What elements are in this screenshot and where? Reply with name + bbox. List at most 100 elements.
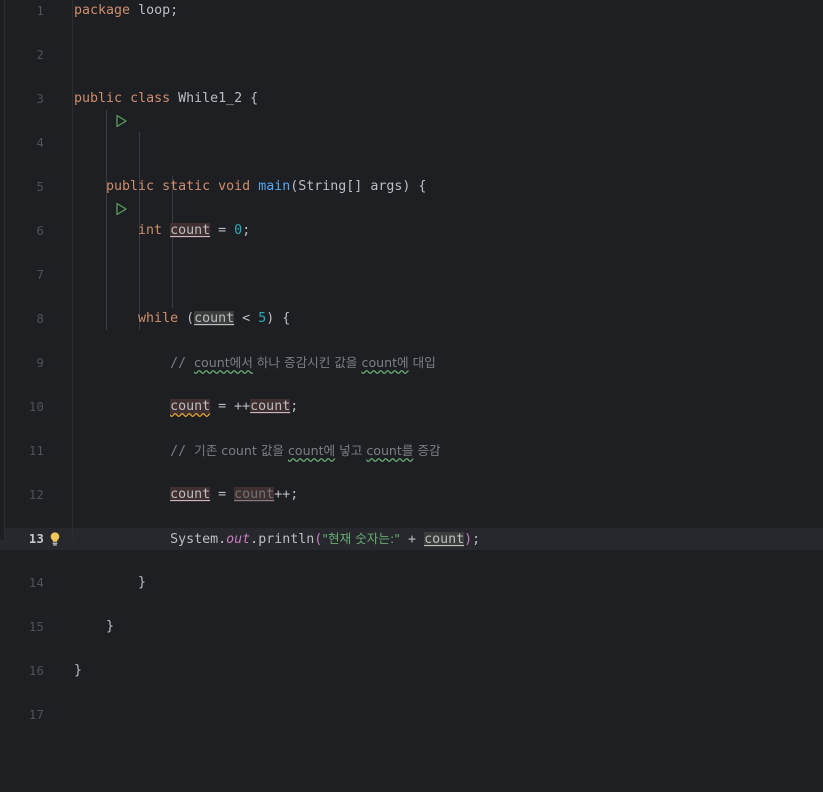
code-line-11[interactable]: 11 // 기존 count 값을 count에 넣고 count를 증감: [0, 440, 823, 462]
token-var-count: count: [170, 223, 211, 238]
token-keyword-static: static: [162, 179, 211, 194]
line-content[interactable]: [74, 44, 823, 66]
line-content[interactable]: // count에서 하나 증감시킨 값을 count에 대입: [74, 352, 823, 374]
token-var-count-read-dimmed: count: [234, 487, 275, 502]
code-line-16[interactable]: 16 }: [0, 660, 823, 682]
code-line-10[interactable]: 10 count = ++count;: [0, 396, 823, 418]
line-number[interactable]: 15: [0, 616, 44, 638]
token-assign: =: [218, 399, 227, 414]
line-content[interactable]: }: [74, 660, 823, 682]
token-method-main: main: [258, 179, 291, 194]
token-brace-open: {: [250, 91, 259, 106]
token-brace-close: }: [106, 619, 115, 634]
line-number[interactable]: 11: [0, 440, 44, 462]
line-content[interactable]: }: [74, 572, 823, 594]
token-comment-typo-count1: count에: [288, 443, 336, 458]
code-rows[interactable]: 1 package loop; 2 3 public class While1_…: [0, 0, 823, 722]
line-content[interactable]: // 기존 count 값을 count에 넣고 count를 증감: [74, 440, 823, 462]
token-operator-postincrement: ++: [274, 487, 291, 502]
token-keyword-package: package: [74, 3, 131, 18]
line-number[interactable]: 14: [0, 572, 44, 594]
line-number[interactable]: 8: [0, 308, 44, 330]
token-keyword-int: int: [138, 223, 163, 238]
line-number-current[interactable]: 13: [0, 528, 44, 550]
token-keyword-public: public: [74, 91, 123, 106]
line-content[interactable]: public static void main(String[] args) {: [74, 176, 823, 198]
run-triangle-icon: [116, 114, 127, 128]
line-content[interactable]: count = count++;: [74, 484, 823, 506]
token-number-zero: 0: [234, 223, 243, 238]
token-comment-typo-count2: count에: [361, 355, 409, 370]
line-number[interactable]: 16: [0, 660, 44, 682]
line-number[interactable]: 6: [0, 220, 44, 242]
line-number[interactable]: 7: [0, 264, 44, 286]
token-brace-close: }: [74, 663, 83, 678]
line-content[interactable]: public class While1_2 {: [74, 88, 823, 110]
token-var-count: count: [194, 311, 235, 326]
token-keyword-void: void: [218, 179, 251, 194]
line-number[interactable]: 4: [0, 132, 44, 154]
code-line-3[interactable]: 3 public class While1_2 {: [0, 88, 823, 128]
code-line-4[interactable]: 4: [0, 132, 823, 154]
line-content[interactable]: count = ++count;: [74, 396, 823, 418]
gutter-divider: [72, 0, 73, 540]
token-semicolon: ;: [290, 399, 299, 414]
code-line-13[interactable]: 13 System.out.println("현재 숫자는:" + count)…: [0, 528, 823, 550]
token-comment-typo-count1: count에서: [194, 355, 253, 370]
code-line-12[interactable]: 12 count = count++;: [0, 484, 823, 506]
token-semicolon: ;: [290, 487, 299, 502]
token-var-count-write: count: [170, 487, 211, 502]
token-semicolon: ;: [242, 223, 251, 238]
code-line-15[interactable]: 15 }: [0, 616, 823, 638]
line-number[interactable]: 9: [0, 352, 44, 374]
line-number[interactable]: 3: [0, 88, 44, 110]
token-comment-slashes: //: [170, 356, 195, 371]
line-number[interactable]: 1: [0, 0, 44, 22]
code-line-9[interactable]: 9 // count에서 하나 증감시킨 값을 count에 대입: [0, 352, 823, 374]
code-line-17[interactable]: 17: [0, 704, 823, 726]
run-gutter-icon[interactable]: [44, 88, 127, 128]
token-assign: =: [218, 487, 227, 502]
line-number[interactable]: 17: [0, 704, 44, 726]
token-var-count-write: count: [170, 399, 211, 414]
line-number[interactable]: 12: [0, 484, 44, 506]
token-comment-typo-count2: count를: [366, 443, 414, 458]
code-line-14[interactable]: 14 }: [0, 572, 823, 594]
line-content[interactable]: }: [74, 616, 823, 638]
code-editor[interactable]: 1 package loop; 2 3 public class While1_…: [0, 0, 823, 722]
intention-bulb-icon[interactable]: [44, 528, 72, 550]
line-content[interactable]: System.out.println("현재 숫자는:" + count);: [74, 528, 823, 550]
line-content[interactable]: package loop;: [74, 0, 823, 22]
line-content[interactable]: [74, 264, 823, 286]
token-keyword-while: while: [138, 311, 179, 326]
token-string-literal: "현재 숫자는:": [322, 531, 401, 546]
code-line-2[interactable]: 2: [0, 44, 823, 66]
line-content[interactable]: [74, 132, 823, 154]
line-content[interactable]: while (count < 5) {: [74, 308, 823, 330]
line-number[interactable]: 2: [0, 44, 44, 66]
code-line-6[interactable]: 6 int count = 0;: [0, 220, 823, 242]
line-number[interactable]: 10: [0, 396, 44, 418]
line-content[interactable]: [74, 704, 823, 726]
token-type-string-array: String[]: [298, 179, 363, 194]
line-content[interactable]: int count = 0;: [74, 220, 823, 242]
token-operator-preincrement: ++: [234, 399, 251, 414]
token-brace-open: {: [418, 179, 427, 194]
token-paren-open: (: [186, 311, 195, 326]
line-number[interactable]: 5: [0, 176, 44, 198]
token-class-name: While1_2: [178, 91, 243, 106]
token-comment-text-end: 증감: [413, 443, 441, 458]
lightbulb-icon: [50, 532, 60, 546]
token-brace-open: {: [282, 311, 291, 326]
code-line-7[interactable]: 7: [0, 264, 823, 286]
code-line-1[interactable]: 1 package loop;: [0, 0, 823, 22]
token-brace-close: }: [138, 575, 147, 590]
run-gutter-icon[interactable]: [44, 176, 127, 216]
token-number-five: 5: [258, 311, 267, 326]
token-comment-text: 하나 증감시킨 값을: [252, 355, 362, 370]
token-semicolon: ;: [170, 3, 179, 18]
token-keyword-public: public: [106, 179, 155, 194]
code-line-8[interactable]: 8 while (count < 5) {: [0, 308, 823, 330]
code-line-5[interactable]: 5 public static void main(String[] args)…: [0, 176, 823, 216]
